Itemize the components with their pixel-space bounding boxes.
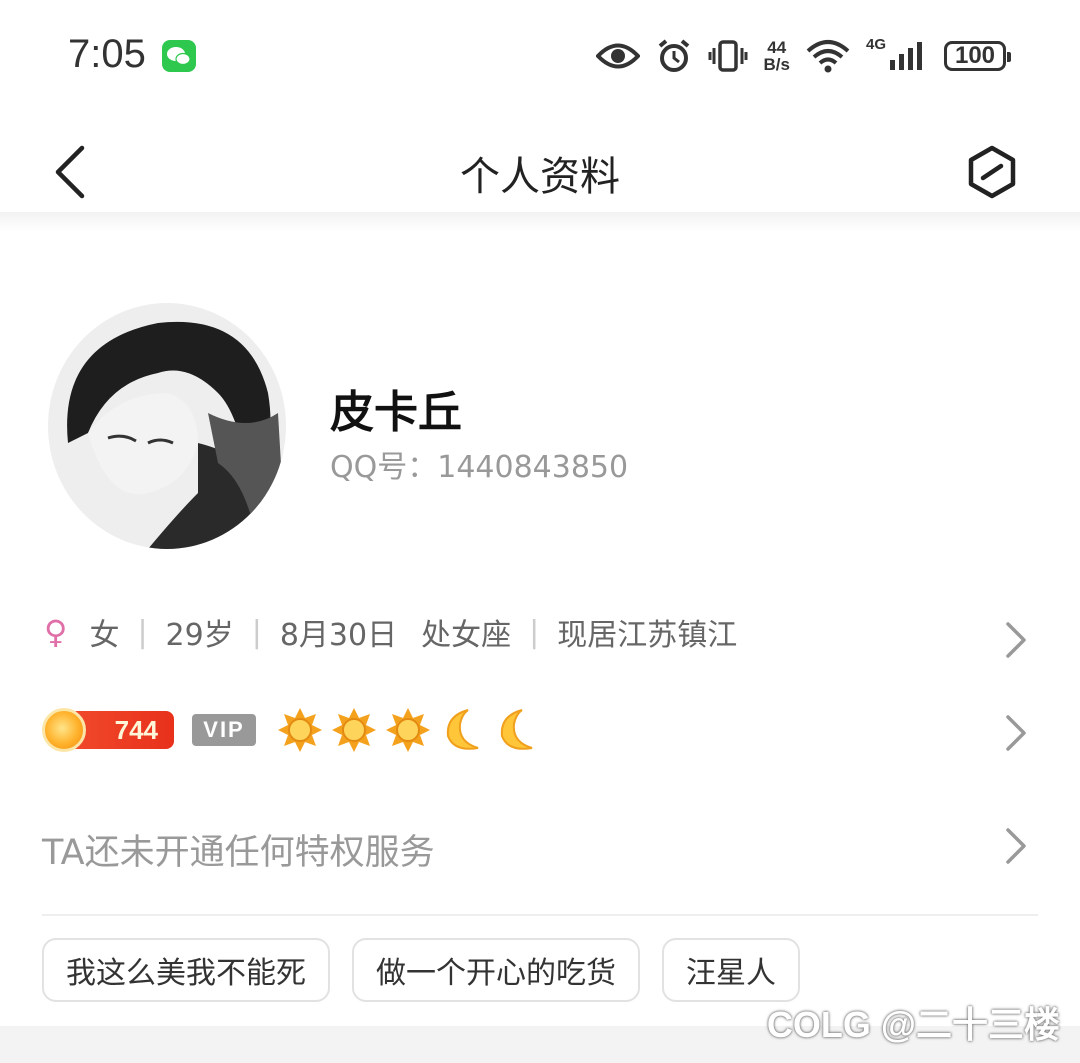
header-divider — [0, 212, 1080, 232]
chevron-right-icon[interactable] — [1004, 826, 1030, 866]
basic-info-row[interactable]: ♀ 女 | 29岁 | 8月30日 处女座 | 现居江苏镇江 — [42, 610, 737, 654]
location: 现居江苏镇江 — [557, 618, 738, 653]
chevron-right-icon[interactable] — [1004, 620, 1030, 660]
vip-badge: VIP — [192, 714, 256, 746]
qq-number: QQ号：1440843850 — [330, 450, 629, 485]
battery-level: 100 — [954, 42, 996, 69]
level-badge: 744 — [42, 708, 174, 752]
status-icons: 44 B/s 4G 100 — [595, 34, 1011, 78]
birthday: 8月30日 — [279, 618, 398, 653]
tag-item[interactable]: 我这么美我不能死 — [42, 938, 330, 1002]
privilege-text[interactable]: TA还未开通任何特权服务 — [42, 824, 435, 875]
separator: | — [529, 614, 540, 650]
level-coin-icon — [42, 708, 86, 752]
status-time: 7:05 — [68, 32, 146, 76]
level-row[interactable]: 744 VIP — [42, 706, 540, 754]
tag-list: 我这么美我不能死 做一个开心的吃货 汪星人 — [42, 938, 800, 1002]
gender: 女 — [89, 618, 120, 653]
female-icon: ♀ — [44, 613, 68, 651]
sun-icon — [278, 708, 322, 752]
sun-icon — [332, 708, 376, 752]
alarm-icon — [658, 39, 689, 72]
zodiac: 处女座 — [421, 618, 512, 653]
separator: | — [251, 614, 262, 650]
battery-icon: 100 — [944, 41, 1011, 71]
eye-icon — [595, 43, 640, 69]
chevron-right-icon[interactable] — [1004, 713, 1030, 753]
divider — [42, 914, 1038, 916]
hexagon-icon — [968, 145, 1016, 199]
network-speed-unit: B/s — [763, 55, 790, 74]
network-speed: 44 B/s — [764, 39, 790, 73]
signal-icon — [890, 42, 922, 70]
moon-icon — [446, 709, 479, 750]
tag-item[interactable]: 做一个开心的吃货 — [352, 938, 640, 1002]
watermark: COLG @二十三楼 — [766, 1004, 1060, 1045]
vibrate-icon — [708, 40, 748, 72]
sun-icon — [386, 708, 430, 752]
more-button[interactable] — [964, 144, 1020, 200]
network-type: 4G — [865, 35, 886, 53]
level-points: 744 — [114, 714, 158, 745]
separator: | — [137, 614, 148, 650]
wechat-icon — [162, 40, 196, 72]
profile-name: 皮卡丘 — [330, 387, 462, 438]
avatar[interactable] — [48, 303, 286, 549]
moon-icon — [500, 709, 533, 750]
network-speed-value: 44 — [767, 38, 787, 57]
level-icons — [276, 706, 540, 754]
age: 29岁 — [165, 618, 234, 653]
wifi-icon — [806, 40, 850, 73]
tag-item[interactable]: 汪星人 — [662, 938, 800, 1002]
page-title: 个人资料 — [460, 154, 620, 200]
